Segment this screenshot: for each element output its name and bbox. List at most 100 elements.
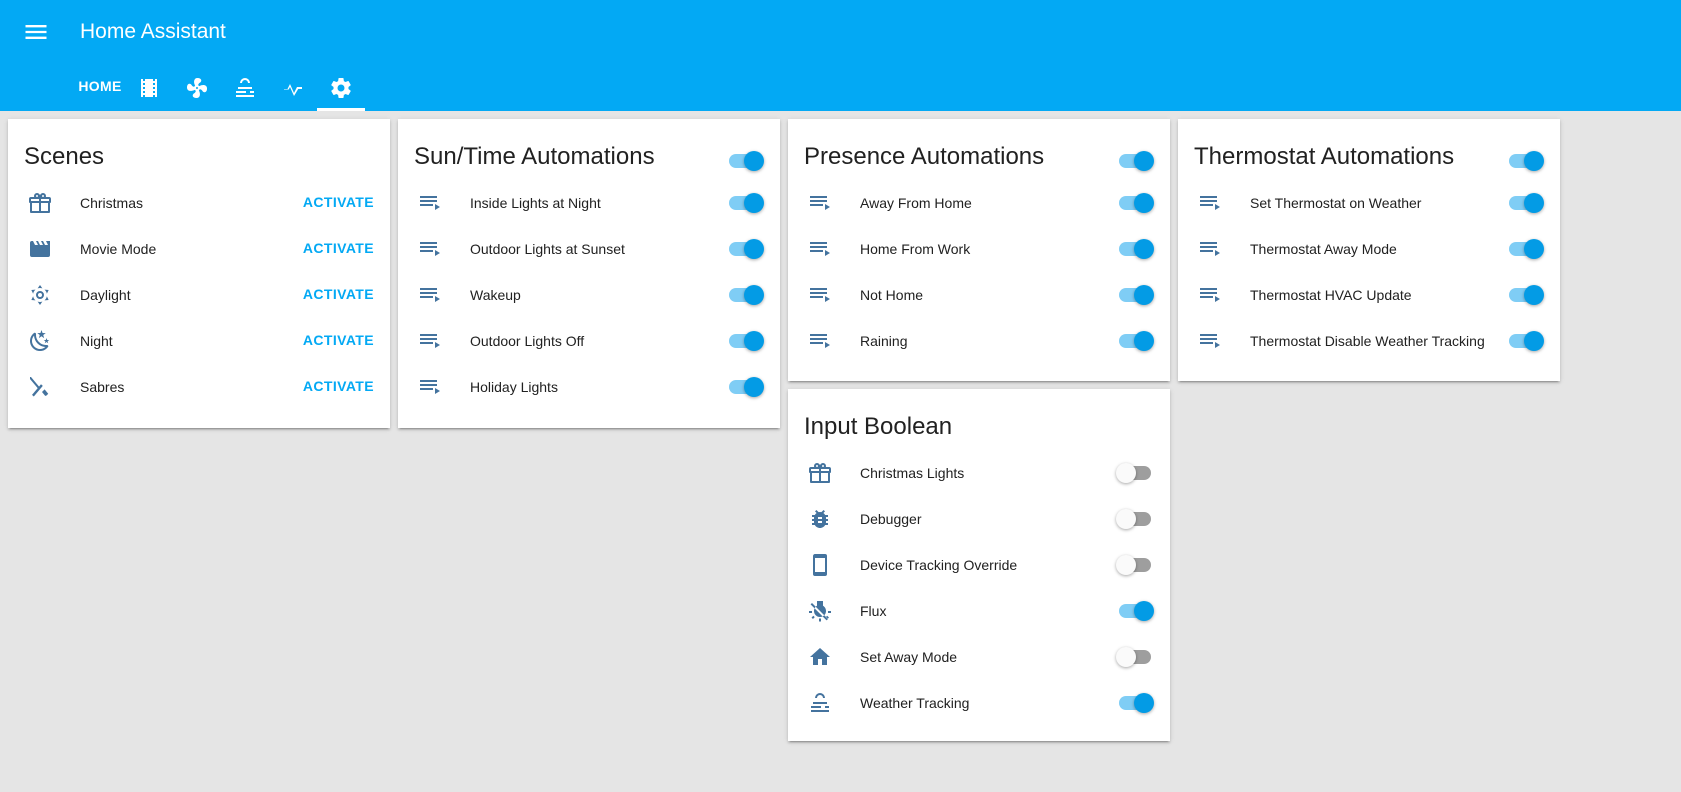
input-boolean-toggle[interactable] xyxy=(1116,693,1154,713)
automation-label: Outdoor Lights at Sunset xyxy=(470,241,625,257)
thermostat-automations-card: Thermostat Automations Set Thermostat on… xyxy=(1178,119,1560,381)
weather-sunset-icon xyxy=(808,599,832,623)
input-boolean-label: Set Away Mode xyxy=(860,649,958,665)
automation-toggle[interactable] xyxy=(1116,285,1154,305)
sun-icon xyxy=(28,283,52,307)
input-boolean-row: Flux xyxy=(788,587,1170,635)
automation-label: Home From Work xyxy=(860,241,971,257)
automation-row: Thermostat Away Mode xyxy=(1178,225,1560,273)
moon-stars-icon xyxy=(28,329,52,353)
input-boolean-row: Device Tracking Override xyxy=(788,541,1170,589)
sun-time-group-toggle[interactable] xyxy=(726,151,764,171)
automation-toggle[interactable] xyxy=(1116,239,1154,259)
input-boolean-toggle[interactable] xyxy=(1116,509,1154,529)
tab-history[interactable] xyxy=(269,68,317,111)
scene-label: Movie Mode xyxy=(80,241,157,257)
scenes-card: Scenes Christmas ACTIVATE Movie Mode ACT… xyxy=(8,119,390,428)
automation-label: Thermostat Disable Weather Tracking xyxy=(1250,333,1485,349)
input-boolean-label: Weather Tracking xyxy=(860,695,970,711)
automation-label: Outdoor Lights Off xyxy=(470,333,585,349)
automation-row: Away From Home xyxy=(788,179,1170,227)
automation-row: Thermostat HVAC Update xyxy=(1178,271,1560,319)
presence-automations-card: Presence Automations Away From Home Home… xyxy=(788,119,1170,381)
input-boolean-row: Debugger xyxy=(788,495,1170,543)
playlist-play-icon xyxy=(418,191,442,215)
playlist-play-icon xyxy=(1198,283,1222,307)
tab-home[interactable]: HOME xyxy=(76,68,124,111)
fan-icon xyxy=(187,78,208,98)
tab-weather[interactable] xyxy=(221,68,269,111)
playlist-play-icon xyxy=(418,375,442,399)
automation-label: Away From Home xyxy=(860,195,972,211)
automation-toggle[interactable] xyxy=(726,331,764,351)
automation-row: Wakeup xyxy=(398,271,780,319)
sun-time-card-title: Sun/Time Automations xyxy=(414,143,655,170)
cellphone-icon xyxy=(808,553,832,577)
automation-label: Thermostat Away Mode xyxy=(1250,241,1397,257)
scene-label: Night xyxy=(80,333,113,349)
menu-icon[interactable] xyxy=(22,18,50,46)
automation-row: Thermostat Disable Weather Tracking xyxy=(1178,317,1560,365)
gift-icon xyxy=(28,191,52,215)
settings-icon xyxy=(331,78,351,98)
activate-button[interactable]: ACTIVATE xyxy=(303,332,374,348)
gift-icon xyxy=(808,461,832,485)
presence-group-toggle[interactable] xyxy=(1116,151,1154,171)
scene-label: Christmas xyxy=(80,195,144,211)
input-boolean-label: Flux xyxy=(860,603,887,619)
playlist-play-icon xyxy=(418,283,442,307)
presence-card-title: Presence Automations xyxy=(804,143,1045,170)
automation-toggle[interactable] xyxy=(1506,331,1544,351)
automation-toggle[interactable] xyxy=(1116,331,1154,351)
input-boolean-toggle[interactable] xyxy=(1116,463,1154,483)
input-boolean-toggle[interactable] xyxy=(1116,647,1154,667)
tab-film[interactable] xyxy=(125,68,173,111)
automation-label: Thermostat HVAC Update xyxy=(1250,287,1412,303)
automation-label: Not Home xyxy=(860,287,924,303)
playlist-play-icon xyxy=(1198,191,1222,215)
activate-button[interactable]: ACTIVATE xyxy=(303,286,374,302)
automation-row: Not Home xyxy=(788,271,1170,319)
thermostat-group-toggle[interactable] xyxy=(1506,151,1544,171)
automation-toggle[interactable] xyxy=(1116,193,1154,213)
playlist-play-icon xyxy=(1198,237,1222,261)
playlist-play-icon xyxy=(1198,329,1222,353)
input-boolean-card-title: Input Boolean xyxy=(804,413,953,440)
activate-button[interactable]: ACTIVATE xyxy=(303,194,374,210)
sun-time-automations-card: Sun/Time Automations Inside Lights at Ni… xyxy=(398,119,780,428)
tab-fan[interactable] xyxy=(173,68,221,111)
automation-row: Home From Work xyxy=(788,225,1170,273)
weather-fog-icon xyxy=(808,691,832,715)
activate-button[interactable]: ACTIVATE xyxy=(303,378,374,394)
automation-toggle[interactable] xyxy=(1506,193,1544,213)
input-boolean-card: Input Boolean Christmas Lights Debugger … xyxy=(788,389,1170,741)
playlist-play-icon xyxy=(418,329,442,353)
automation-toggle[interactable] xyxy=(1506,239,1544,259)
automation-row: Holiday Lights xyxy=(398,363,780,411)
playlist-play-icon xyxy=(808,283,832,307)
film-icon xyxy=(141,79,157,97)
hockey-sticks-icon xyxy=(28,375,52,399)
automation-row: Outdoor Lights at Sunset xyxy=(398,225,780,273)
tab-settings[interactable] xyxy=(317,68,365,111)
automation-toggle[interactable] xyxy=(726,193,764,213)
home-icon xyxy=(808,645,832,669)
input-boolean-label: Debugger xyxy=(860,511,922,527)
scene-row: Night ACTIVATE xyxy=(8,317,390,365)
scene-row: Sabres ACTIVATE xyxy=(8,363,390,411)
input-boolean-toggle[interactable] xyxy=(1116,555,1154,575)
movie-clapper-icon xyxy=(28,237,52,261)
bug-icon xyxy=(808,507,832,531)
input-boolean-toggle[interactable] xyxy=(1116,601,1154,621)
automation-row: Inside Lights at Night xyxy=(398,179,780,227)
thermostat-card-title: Thermostat Automations xyxy=(1194,143,1455,170)
activate-button[interactable]: ACTIVATE xyxy=(303,240,374,256)
automation-toggle[interactable] xyxy=(1506,285,1544,305)
playlist-play-icon xyxy=(808,329,832,353)
automation-toggle[interactable] xyxy=(726,239,764,259)
automation-toggle[interactable] xyxy=(726,377,764,397)
automation-toggle[interactable] xyxy=(726,285,764,305)
scene-row: Daylight ACTIVATE xyxy=(8,271,390,319)
input-boolean-row: Weather Tracking xyxy=(788,679,1170,727)
app-title: Home Assistant xyxy=(80,20,226,43)
